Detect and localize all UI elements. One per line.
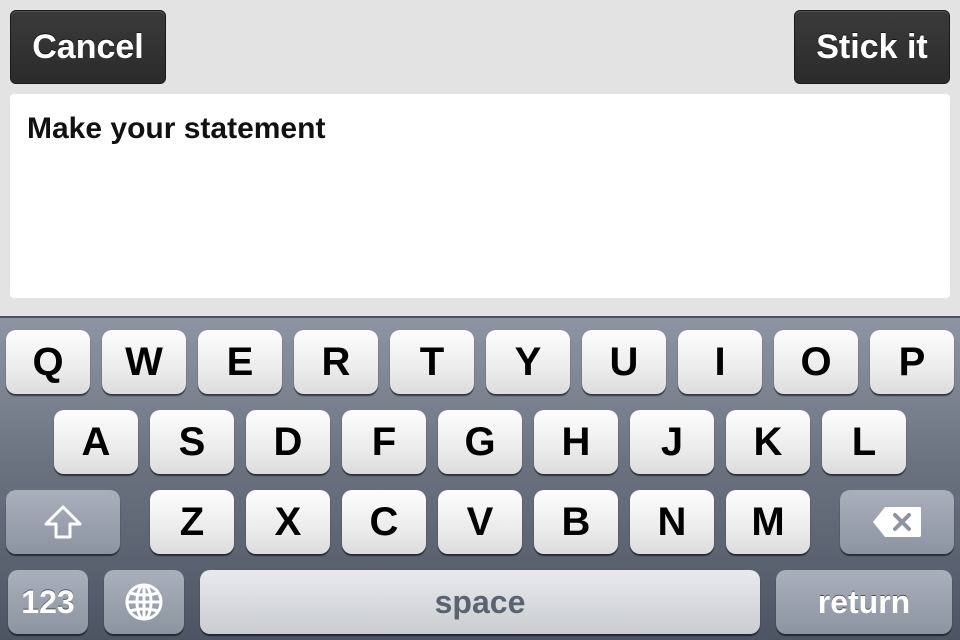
key-z[interactable]: Z [150, 490, 234, 554]
shift-icon[interactable] [6, 490, 120, 554]
backspace-icon[interactable] [840, 490, 954, 554]
key-y[interactable]: Y [486, 330, 570, 394]
key-s[interactable]: S [150, 410, 234, 474]
numbers-key[interactable]: 123 [8, 570, 88, 634]
key-i[interactable]: I [678, 330, 762, 394]
key-q[interactable]: Q [6, 330, 90, 394]
key-j[interactable]: J [630, 410, 714, 474]
globe-icon[interactable] [104, 570, 184, 634]
key-d[interactable]: D [246, 410, 330, 474]
key-a[interactable]: A [54, 410, 138, 474]
stick-it-button[interactable]: Stick it [794, 10, 950, 84]
statement-input[interactable]: Make your statement [10, 94, 950, 298]
key-l[interactable]: L [822, 410, 906, 474]
key-b[interactable]: B [534, 490, 618, 554]
key-c[interactable]: C [342, 490, 426, 554]
key-e[interactable]: E [198, 330, 282, 394]
key-w[interactable]: W [102, 330, 186, 394]
key-k[interactable]: K [726, 410, 810, 474]
key-r[interactable]: R [294, 330, 378, 394]
on-screen-keyboard: 123 space return QWERTYUIOP ASDFGHJKL ZXCV… [0, 316, 960, 640]
top-bar: Cancel Stick it [0, 0, 960, 94]
key-x[interactable]: X [246, 490, 330, 554]
space-key[interactable]: space [200, 570, 760, 634]
key-m[interactable]: M [726, 490, 810, 554]
key-v[interactable]: V [438, 490, 522, 554]
key-t[interactable]: T [390, 330, 474, 394]
key-p[interactable]: P [870, 330, 954, 394]
key-o[interactable]: O [774, 330, 858, 394]
key-n[interactable]: N [630, 490, 714, 554]
key-g[interactable]: G [438, 410, 522, 474]
cancel-button[interactable]: Cancel [10, 10, 166, 84]
key-h[interactable]: H [534, 410, 618, 474]
key-u[interactable]: U [582, 330, 666, 394]
return-key[interactable]: return [776, 570, 952, 634]
key-f[interactable]: F [342, 410, 426, 474]
